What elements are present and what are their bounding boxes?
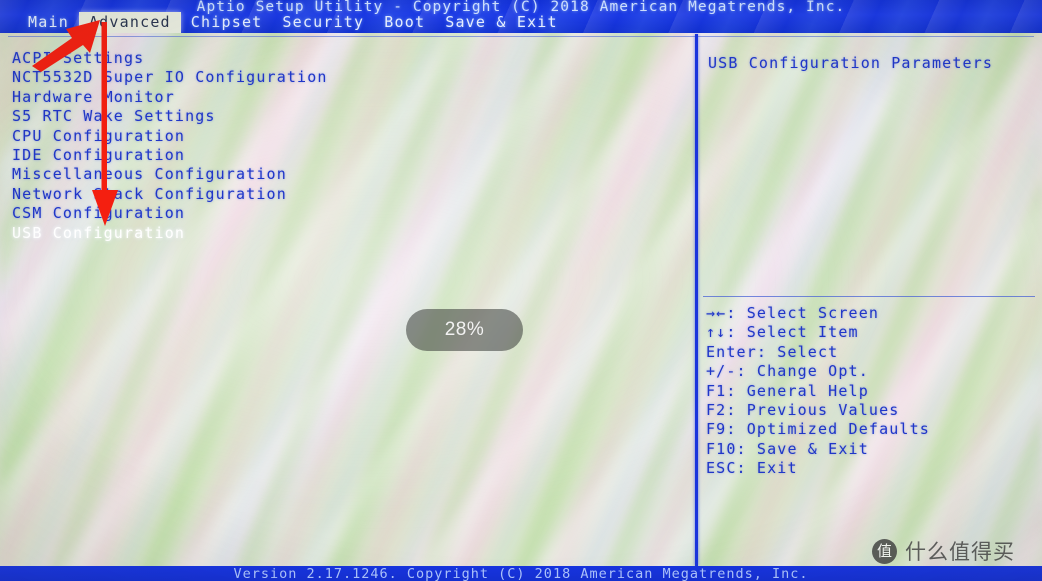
key-hint-enter-select: Enter: Select [706, 342, 839, 361]
menu-item-csm-configuration[interactable]: CSM Configuration [12, 204, 672, 223]
advanced-settings-list[interactable]: ACPI Settings NCT5532D Super IO Configur… [12, 49, 672, 243]
progress-percent-label: 28% [444, 319, 485, 340]
menu-tab-bar[interactable]: Main Advanced Chipset Security Boot Save… [18, 12, 568, 33]
navigation-key-legend: →←: Select Screen ↑↓: Select Item Enter:… [706, 304, 930, 479]
watermark: 值 什么值得买 [872, 536, 1015, 566]
tab-boot[interactable]: Boot [374, 12, 435, 33]
version-text: Version 2.17.1246. Copyright (C) 2018 Am… [233, 566, 809, 581]
bios-footer-bar: Version 2.17.1246. Copyright (C) 2018 Am… [0, 566, 1042, 581]
menu-item-s5-rtc-wake-settings[interactable]: S5 RTC Wake Settings [12, 107, 672, 126]
tab-chipset[interactable]: Chipset [181, 12, 273, 33]
key-hint-optimized-defaults: F9: Optimized Defaults [706, 420, 930, 439]
smzdm-logo-icon: 值 [872, 538, 897, 564]
key-hint-general-help: F1: General Help [706, 381, 869, 400]
key-hint-change-opt: +/-: Change Opt. [706, 362, 869, 381]
tab-advanced[interactable]: Advanced [78, 12, 181, 33]
key-hint-save-exit: F10: Save & Exit [706, 439, 869, 458]
help-panel-separator [703, 296, 1035, 297]
menu-item-miscellaneous-configuration[interactable]: Miscellaneous Configuration [12, 165, 672, 184]
menu-item-usb-configuration[interactable]: USB Configuration [12, 224, 672, 243]
menu-item-acpi-settings[interactable]: ACPI Settings [12, 49, 672, 68]
tab-main[interactable]: Main [18, 12, 79, 33]
tab-security[interactable]: Security [272, 12, 374, 33]
bios-screen: Aptio Setup Utility - Copyright (C) 2018… [0, 0, 1042, 581]
key-hint-select-item: ↑↓: Select Item [706, 323, 859, 342]
panel-divider [695, 34, 698, 566]
key-hint-esc-exit: ESC: Exit [706, 459, 798, 478]
help-panel-title: USB Configuration Parameters [708, 54, 994, 72]
progress-badge: 28% [406, 309, 523, 351]
header-underline [8, 36, 1034, 37]
menu-item-hardware-monitor[interactable]: Hardware Monitor [12, 88, 672, 107]
menu-item-nct5532d-super-io-config[interactable]: NCT5532D Super IO Configuration [12, 68, 672, 87]
watermark-text: 什么值得买 [905, 540, 1015, 564]
bios-header-bar: Aptio Setup Utility - Copyright (C) 2018… [0, 0, 1042, 33]
menu-item-network-stack-configuration[interactable]: Network Stack Configuration [12, 185, 672, 204]
key-hint-previous-values: F2: Previous Values [706, 401, 900, 420]
tab-save-exit[interactable]: Save & Exit [435, 12, 568, 33]
menu-item-cpu-configuration[interactable]: CPU Configuration [12, 127, 672, 146]
menu-item-ide-configuration[interactable]: IDE Configuration [12, 146, 672, 165]
key-hint-select-screen: →←: Select Screen [706, 304, 880, 322]
